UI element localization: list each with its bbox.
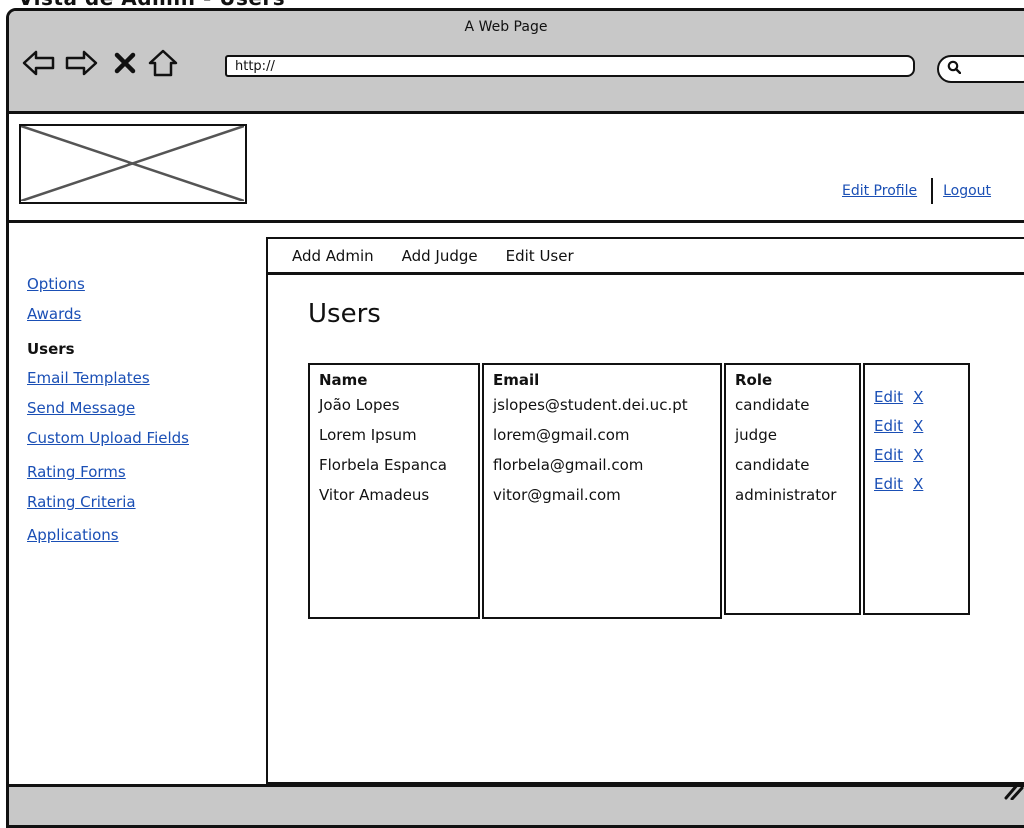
column-header-name: Name <box>319 371 368 389</box>
home-icon <box>148 49 178 77</box>
cell-name: João Lopes <box>319 396 400 414</box>
action-tabs: Add Admin Add Judge Edit User <box>268 239 1024 275</box>
forward-arrow-icon <box>65 50 98 76</box>
cell-role: administrator <box>735 486 837 504</box>
tab-edit-user[interactable]: Edit User <box>506 247 574 265</box>
name-column: Name João Lopes Lorem Ipsum Florbela Esp… <box>308 363 480 619</box>
logo-placeholder <box>19 124 247 204</box>
back-button[interactable] <box>21 45 57 81</box>
url-input[interactable] <box>225 55 915 77</box>
actions-row: Edit X <box>874 412 959 441</box>
cell-email: lorem@gmail.com <box>493 426 630 444</box>
email-column: Email jslopes@student.dei.uc.pt lorem@gm… <box>482 363 722 619</box>
cell-name: Lorem Ipsum <box>319 426 417 444</box>
site-header <box>9 114 1024 223</box>
browser-window: A Web Page http:// Add Admin Add Judge E… <box>6 8 1024 828</box>
actions-row: Edit X <box>874 441 959 470</box>
sidebar-item-rating-criteria[interactable]: Rating Criteria <box>27 493 136 511</box>
cell-role: judge <box>735 426 777 444</box>
column-header-email: Email <box>493 371 540 389</box>
link-divider <box>931 178 934 204</box>
sidebar-item-awards[interactable]: Awards <box>27 305 81 323</box>
logout-link[interactable]: Logout <box>943 183 991 199</box>
role-column: Role candidate judge candidate administr… <box>724 363 861 615</box>
image-placeholder-icon <box>20 124 245 203</box>
user-links: Edit Profile Logout <box>842 178 991 204</box>
page-title: Users <box>308 299 381 329</box>
back-arrow-icon <box>22 50 55 76</box>
tab-add-admin[interactable]: Add Admin <box>292 247 374 265</box>
search-icon <box>947 60 961 74</box>
stop-button[interactable] <box>107 45 143 81</box>
browser-search-box[interactable] <box>937 55 1024 83</box>
window-title: A Web Page <box>464 19 548 35</box>
tab-add-judge[interactable]: Add Judge <box>402 247 478 265</box>
delete-user-link[interactable]: X <box>913 475 923 493</box>
actions-row: Edit X <box>874 470 959 499</box>
column-header-role: Role <box>735 371 773 389</box>
delete-user-link[interactable]: X <box>913 388 923 406</box>
cell-email: vitor@gmail.com <box>493 486 621 504</box>
home-button[interactable] <box>145 45 181 81</box>
cell-email: jslopes@student.dei.uc.pt <box>493 396 688 414</box>
edit-user-link[interactable]: Edit <box>874 417 903 435</box>
cell-role: candidate <box>735 396 810 414</box>
edit-user-link[interactable]: Edit <box>874 446 903 464</box>
actions-row: Edit X <box>874 383 959 412</box>
browser-status-bar <box>9 784 1024 825</box>
edit-user-link[interactable]: Edit <box>874 475 903 493</box>
content-panel: Add Admin Add Judge Edit User Users Name… <box>266 237 1024 784</box>
actions-column: Edit X Edit X Edit X Edit X <box>863 363 970 615</box>
forward-button[interactable] <box>63 45 99 81</box>
sidebar-item-custom-upload-fields[interactable]: Custom Upload Fields <box>27 429 189 447</box>
cell-name: Vitor Amadeus <box>319 486 430 504</box>
cell-role: candidate <box>735 456 810 474</box>
resize-grip-icon[interactable] <box>1002 780 1024 800</box>
sidebar-item-send-message[interactable]: Send Message <box>27 399 135 417</box>
cell-name: Florbela Espanca <box>319 456 447 474</box>
cell-email: florbela@gmail.com <box>493 456 644 474</box>
close-x-icon <box>114 52 136 74</box>
delete-user-link[interactable]: X <box>913 446 923 464</box>
edit-user-link[interactable]: Edit <box>874 388 903 406</box>
edit-profile-link[interactable]: Edit Profile <box>842 183 917 199</box>
sidebar-item-rating-forms[interactable]: Rating Forms <box>27 463 126 481</box>
sidebar-item-options[interactable]: Options <box>27 275 85 293</box>
browser-toolbar: A Web Page <box>9 11 1024 114</box>
sidebar-item-users: Users <box>27 340 75 358</box>
sidebar-item-applications[interactable]: Applications <box>27 526 119 544</box>
sidebar-item-email-templates[interactable]: Email Templates <box>27 369 150 387</box>
delete-user-link[interactable]: X <box>913 417 923 435</box>
